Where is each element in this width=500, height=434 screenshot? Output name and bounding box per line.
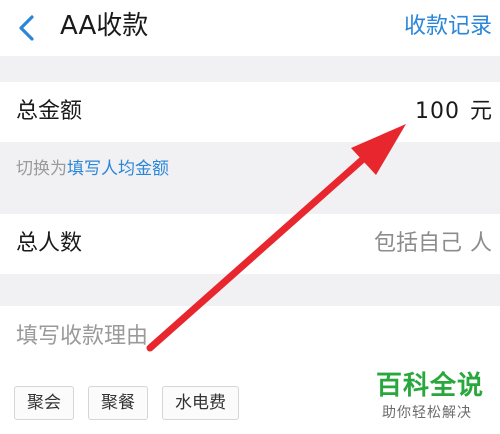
reason-tags: 聚会 聚餐 水电费 bbox=[14, 386, 239, 420]
total-people-label: 总人数 bbox=[16, 231, 83, 256]
chevron-left-icon bbox=[19, 15, 34, 41]
watermark-logo: 百科全说 助你轻松解决 bbox=[366, 370, 496, 430]
back-button[interactable] bbox=[10, 10, 46, 46]
page-title: AA收款 bbox=[60, 11, 149, 41]
watermark-subtitle: 助你轻松解决 bbox=[382, 405, 472, 421]
total-amount-value: 100 bbox=[414, 99, 460, 124]
switch-mode-hint: 切换为填写人均金额 bbox=[16, 156, 169, 182]
people-count-field[interactable]: 包括自己人 bbox=[374, 228, 492, 260]
currency-unit: 元 bbox=[469, 99, 492, 124]
payment-records-link[interactable]: 收款记录 bbox=[404, 12, 492, 42]
nav-bar: AA收款 收款记录 bbox=[0, 0, 500, 56]
reason-input[interactable] bbox=[16, 316, 476, 356]
switch-per-person-link[interactable]: 填写人均金额 bbox=[67, 159, 169, 179]
total-people-row[interactable]: 总人数 包括自己人 bbox=[0, 214, 500, 274]
switch-prefix: 切换为 bbox=[16, 159, 67, 179]
tag-gathering[interactable]: 聚会 bbox=[14, 386, 74, 420]
watermark-title: 百科全说 bbox=[376, 371, 485, 401]
total-amount-label: 总金额 bbox=[16, 99, 83, 124]
total-amount-row[interactable]: 总金额 100 元 bbox=[0, 82, 500, 142]
people-count-placeholder: 包括自己 bbox=[373, 231, 462, 256]
total-amount-field[interactable]: 100 元 bbox=[415, 96, 492, 128]
people-unit: 人 bbox=[469, 231, 492, 256]
tag-dinner[interactable]: 聚餐 bbox=[88, 386, 148, 420]
tag-utilities[interactable]: 水电费 bbox=[162, 386, 239, 420]
